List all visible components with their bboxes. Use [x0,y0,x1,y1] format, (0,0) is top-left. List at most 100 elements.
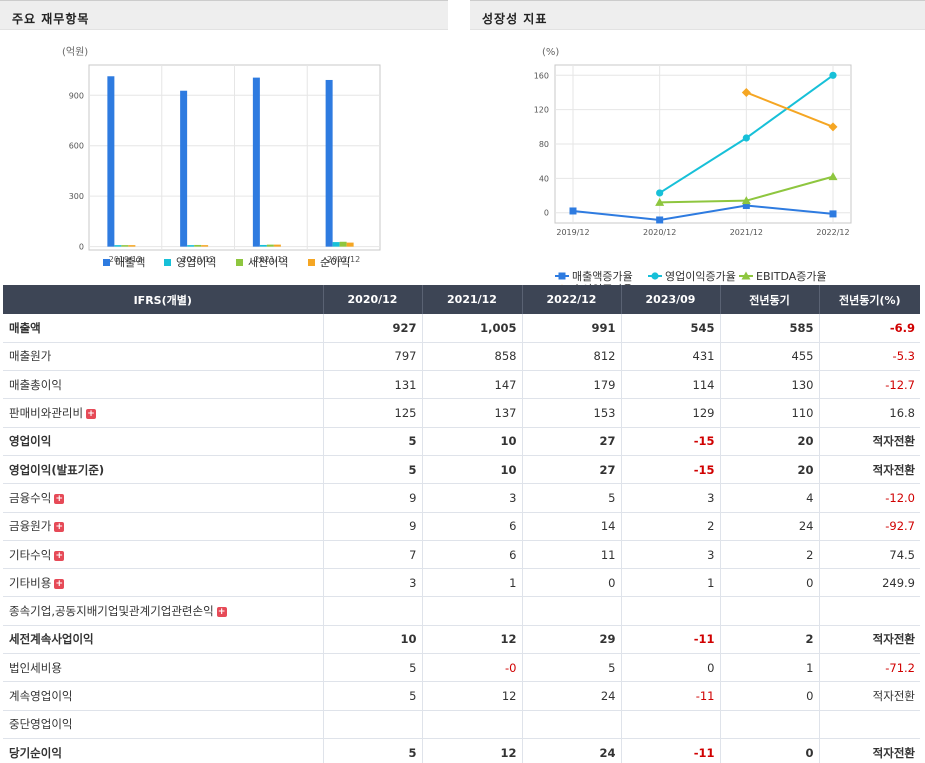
value-cell: 10 [421,455,522,485]
value-cell: 16.8 [818,398,920,428]
table-row: 영업이익 5 10 27 -15 20 적자전환 [3,426,920,456]
expand-plus-icon[interactable]: + [54,493,65,504]
value-cell: 0 [620,653,720,683]
bar [273,244,281,247]
legend-item: 영업이익 [164,256,216,269]
bar [325,79,333,247]
y-tick-label: 300 [69,192,84,201]
value-cell: 12 [421,624,522,655]
value-cell: 5 [322,426,422,456]
value-cell: 14 [521,512,621,541]
value-cell: 5 [521,483,621,513]
value-cell: 797 [322,342,422,372]
bar [180,90,188,247]
table-row: 영업이익(발표기준) 5 10 27 -15 20 적자전환 [3,455,920,485]
value-cell: 적자전환 [818,426,920,456]
value-cell: 131 [322,370,422,400]
value-cell: 24 [719,512,819,541]
bar [339,241,347,247]
value-cell: 5 [322,681,422,711]
value-cell: 3 [620,483,720,513]
row-label: 중단영업이익 [9,717,73,732]
expand-plus-icon[interactable]: + [54,522,65,533]
value-cell: 20 [719,426,819,456]
row-label: 금융수익 [9,490,52,505]
value-cell: 585 [719,314,819,343]
y-axis-unit-label: (억원) [62,46,88,58]
expand-plus-icon[interactable]: + [86,409,97,420]
bar [121,245,129,247]
value-cell: 2 [719,540,819,570]
panel-title: 성장성 지표 [470,0,925,30]
data-point [829,210,837,218]
value-cell: 0 [521,568,621,598]
row-label-cell: 종속기업,공동지배기업및관계기업관련손익 + [3,596,323,626]
expand-plus-icon[interactable]: + [216,607,227,618]
financial-statement-table: IFRS(개별) 2020/12 2021/12 2022/12 2023/09 전년동기… [3,285,920,763]
legend-label: 매출액 [115,256,145,269]
table-row: 금융원가 +9 6 14 2 24 -92.7 [3,512,920,541]
panel-title: 주요 재무항목 [0,0,448,30]
expand-plus-icon[interactable]: + [54,578,65,589]
value-cell: 0 [719,681,819,711]
row-label: 기타수익 [9,547,52,562]
legend-item: 세전이익 [236,256,288,269]
row-label: 매출총이익 [9,377,62,392]
column-header-period: 전년동기 [719,285,819,314]
data-point [829,71,837,79]
value-cell: 153 [521,398,621,428]
x-tick-label: 2021/12 [730,228,763,237]
row-label-cell: 영업이익 [3,426,323,456]
row-label-cell: 금융원가 + [3,512,323,541]
column-header-period: 2022/12 [521,285,621,314]
row-label: 종속기업,공동지배기업및관계기업관련손익 [9,604,214,619]
table-row: 매출액 927 1,005 991 545 585 -6.9 [3,314,920,343]
value-cell: -11 [620,737,720,763]
value-cell: 적자전환 [818,455,920,485]
row-label: 금융원가 [9,519,52,534]
value-cell: 74.5 [818,540,920,570]
x-tick-label: 2020/12 [643,228,676,237]
financial-items-panel: 주요 재무항목 (억원) 0 300 600 900 2019/12 2020/12 2021… [0,0,448,285]
value-cell: 858 [421,342,522,372]
row-label: 영업이익(발표기준) [9,462,105,477]
growth-indicators-line-chart: (%) 0 40 80 120 160 2019/12 2020/12 2021/12 2022/… [534,47,852,296]
y-tick-label: 900 [69,91,84,100]
table-row: 매출원가 797 858 812 431 455 -5.3 [3,342,920,372]
value-cell: -12.7 [818,370,920,400]
value-cell [620,710,720,739]
value-cell [719,596,819,626]
column-header-period: 2023/09 [620,285,720,314]
x-tick-label: 2019/12 [556,228,589,237]
table-row: 기타수익 +7 6 11 3 2 74.5 [3,540,920,570]
value-cell: 147 [421,370,522,400]
value-cell: -12.0 [818,483,920,513]
row-label-cell: 매출총이익 [3,370,323,400]
value-cell [818,596,920,626]
value-cell [818,710,920,739]
data-point [656,216,664,224]
value-cell: 20 [719,455,819,485]
y-axis-unit-label: (%) [542,47,559,58]
value-cell [322,710,422,739]
value-cell [322,596,422,626]
value-cell: 10 [421,426,522,456]
value-cell: 27 [521,455,621,485]
expand-plus-icon[interactable]: + [54,550,65,561]
value-cell: 812 [521,342,621,372]
data-point [651,272,659,280]
value-cell: 12 [421,737,522,763]
row-label-cell: 기타수익 + [3,540,323,570]
column-header-item: IFRS(개별) [3,285,323,314]
value-cell: -71.2 [818,653,920,683]
legend-item: 영업이익증가율 [648,270,736,283]
value-cell: 114 [620,370,720,400]
legend-swatch [103,259,110,266]
value-cell: 5 [322,737,422,763]
value-cell: 137 [421,398,522,428]
data-point [569,207,577,215]
data-point [558,272,566,280]
row-label: 판매비와관리비 [9,406,84,421]
value-cell: 4 [719,483,819,513]
row-label-cell: 계속영업이익 [3,681,323,711]
